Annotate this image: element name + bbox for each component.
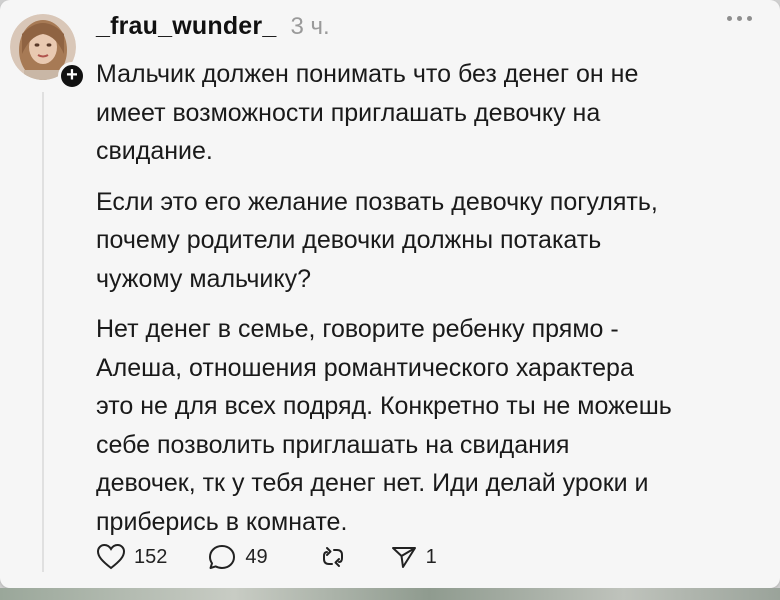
timestamp: 3 ч. xyxy=(290,13,330,40)
heart-icon xyxy=(96,543,126,570)
post-paragraph: Если это его желание позвать девочку пог… xyxy=(96,187,658,293)
like-count: 152 xyxy=(134,545,168,568)
username[interactable]: _frau_wunder_ xyxy=(96,12,276,41)
action-bar: 152 49 1 xyxy=(96,542,437,572)
share-count: 1 xyxy=(425,545,437,568)
post-header: _frau_wunder_ 3 ч. xyxy=(96,12,330,41)
post-paragraph: Нет денег в семье, говорите ребенку прям… xyxy=(96,315,672,536)
repost-button[interactable] xyxy=(318,543,348,571)
post-card: + _frau_wunder_ 3 ч. Мальчик должен пони… xyxy=(0,0,780,588)
reply-count: 49 xyxy=(245,545,268,568)
avatar-container[interactable]: + xyxy=(10,14,86,90)
share-button[interactable]: 1 xyxy=(390,543,437,571)
post-paragraph: Мальчик должен понимать что без денег он… xyxy=(96,60,639,165)
more-dots-icon[interactable] xyxy=(727,16,752,21)
post-body: Мальчик должен понимать что без денег он… xyxy=(96,55,766,553)
repost-icon xyxy=(322,547,343,567)
speech-bubble-icon xyxy=(209,545,236,569)
dot xyxy=(747,16,752,21)
plus-icon[interactable]: + xyxy=(58,62,86,90)
like-button[interactable]: 152 xyxy=(96,543,167,571)
dot xyxy=(737,16,742,21)
thread-line xyxy=(42,92,44,572)
reply-button[interactable]: 49 xyxy=(207,543,268,571)
dot xyxy=(727,16,732,21)
background-strip xyxy=(0,588,780,600)
send-icon xyxy=(391,547,416,568)
